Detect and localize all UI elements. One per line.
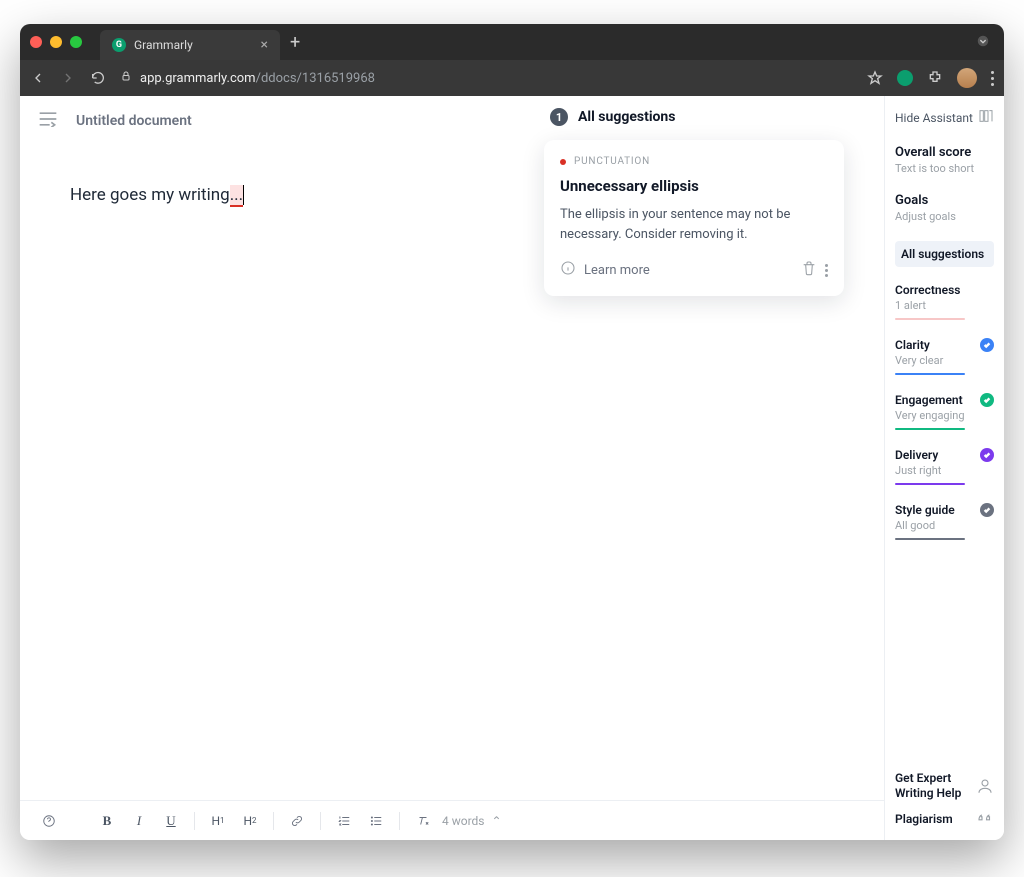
category-sub: 1 alert: [895, 299, 994, 312]
h2-button[interactable]: H2: [237, 808, 263, 834]
grammarly-favicon-icon: G: [112, 38, 126, 52]
suggestion-category: PUNCTUATION: [560, 156, 828, 167]
close-window-button[interactable]: [30, 36, 42, 48]
performance-icon[interactable]: [978, 108, 994, 127]
unordered-list-button[interactable]: [363, 808, 389, 834]
suggestion-card[interactable]: PUNCTUATION Unnecessary ellipsis The ell…: [544, 140, 844, 296]
browser-menu-icon[interactable]: [991, 71, 994, 86]
suggestions-header-label: All suggestions: [578, 109, 675, 125]
category-title: Delivery: [895, 448, 938, 462]
goals-sub: Adjust goals: [895, 210, 994, 223]
category-bar: [895, 373, 965, 375]
ordered-list-button[interactable]: [331, 808, 357, 834]
clear-formatting-button[interactable]: [410, 808, 436, 834]
category-sub: Just right: [895, 464, 994, 477]
expert-help-button[interactable]: Get Expert Writing Help: [895, 771, 994, 800]
document-header: Untitled document: [20, 96, 884, 146]
category-engagement[interactable]: Engagement Very engaging: [895, 393, 994, 430]
new-tab-button[interactable]: +: [290, 32, 300, 53]
bookmark-icon[interactable]: [867, 70, 883, 86]
suggestion-category-label: PUNCTUATION: [574, 156, 650, 167]
check-icon: [980, 448, 994, 462]
format-toolbar: B I U H1 H2: [20, 800, 884, 840]
profile-avatar[interactable]: [957, 68, 977, 88]
minimize-window-button[interactable]: [50, 36, 62, 48]
help-icon[interactable]: [36, 808, 62, 834]
category-bar: [895, 538, 965, 540]
suggestion-actions: Learn more: [560, 260, 828, 280]
word-count[interactable]: 4 words ⌃: [442, 814, 502, 828]
grammarly-extension-icon[interactable]: [897, 70, 913, 86]
category-sub: Very engaging: [895, 409, 994, 422]
bold-button[interactable]: B: [94, 808, 120, 834]
browser-tab[interactable]: G Grammarly ×: [100, 30, 280, 60]
error-span[interactable]: ...: [230, 185, 243, 207]
suggestions-count-badge: 1: [550, 108, 568, 126]
hide-assistant-button[interactable]: Hide Assistant: [895, 111, 973, 125]
underline-button[interactable]: U: [158, 808, 184, 834]
browser-window: G Grammarly × + app.grammarly.com/ddocs/…: [20, 24, 1004, 840]
overall-score-title: Overall score: [895, 145, 994, 160]
check-icon: [980, 338, 994, 352]
extensions-icon[interactable]: [927, 70, 943, 86]
goals-title: Goals: [895, 193, 994, 208]
back-button[interactable]: [30, 70, 46, 86]
document-title[interactable]: Untitled document: [76, 113, 192, 129]
tabs-dropdown-icon[interactable]: [976, 34, 990, 51]
info-icon[interactable]: [560, 260, 576, 280]
url-domain: app.grammarly.com: [140, 71, 256, 86]
plagiarism-button[interactable]: Plagiarism: [895, 810, 994, 828]
link-button[interactable]: [284, 808, 310, 834]
category-bar: [895, 483, 965, 485]
category-bar: [895, 428, 965, 430]
learn-more-link[interactable]: Learn more: [584, 263, 650, 278]
check-icon: [980, 393, 994, 407]
close-tab-button[interactable]: ×: [261, 37, 268, 53]
quotes-icon: [976, 810, 994, 828]
all-suggestions-button[interactable]: All suggestions: [895, 241, 994, 267]
suggestion-menu-icon[interactable]: [825, 264, 828, 277]
goals-section[interactable]: Goals Adjust goals: [895, 193, 994, 223]
italic-button[interactable]: I: [126, 808, 152, 834]
editor-text: Here goes my writing: [70, 185, 230, 205]
suggestions-header[interactable]: 1 All suggestions: [550, 108, 675, 126]
forward-button[interactable]: [60, 70, 76, 86]
address-bar[interactable]: app.grammarly.com/ddocs/1316519968: [120, 70, 853, 86]
grammarly-app: Untitled document Here goes my writing..…: [20, 96, 1004, 840]
category-sub: Very clear: [895, 354, 994, 367]
person-icon: [976, 777, 994, 795]
category-delivery[interactable]: Delivery Just right: [895, 448, 994, 485]
url-path: /ddocs/1316519968: [256, 71, 375, 86]
overall-score-sub: Text is too short: [895, 162, 994, 175]
browser-toolbar: app.grammarly.com/ddocs/1316519968: [20, 60, 1004, 96]
dismiss-suggestion-button[interactable]: [801, 260, 817, 280]
browser-tabstrip: G Grammarly × +: [20, 24, 1004, 60]
document-list-icon[interactable]: [38, 111, 58, 131]
category-title: Engagement: [895, 393, 963, 407]
category-title: Correctness: [895, 283, 960, 297]
category-title: Clarity: [895, 338, 930, 352]
assistant-sidebar: Hide Assistant Overall score Text is too…: [884, 96, 1004, 840]
category-bar: [895, 318, 965, 320]
window-controls: [30, 36, 82, 48]
suggestion-body: The ellipsis in your sentence may not be…: [560, 205, 828, 244]
category-title: Style guide: [895, 503, 955, 517]
reload-button[interactable]: [90, 70, 106, 86]
plagiarism-label: Plagiarism: [895, 812, 953, 826]
category-dot-icon: [560, 159, 566, 165]
check-icon: [980, 503, 994, 517]
category-correctness[interactable]: Correctness 1 alert: [895, 283, 994, 320]
lock-icon: [120, 70, 132, 86]
expert-help-label: Get Expert Writing Help: [895, 771, 965, 800]
overall-score-section[interactable]: Overall score Text is too short: [895, 145, 994, 175]
category-style-guide[interactable]: Style guide All good: [895, 503, 994, 540]
suggestion-title: Unnecessary ellipsis: [560, 177, 828, 195]
text-cursor: [243, 185, 244, 205]
category-clarity[interactable]: Clarity Very clear: [895, 338, 994, 375]
h1-button[interactable]: H1: [205, 808, 231, 834]
editor-column: Untitled document Here goes my writing..…: [20, 96, 884, 840]
category-sub: All good: [895, 519, 994, 532]
tab-title: Grammarly: [134, 38, 193, 52]
maximize-window-button[interactable]: [70, 36, 82, 48]
